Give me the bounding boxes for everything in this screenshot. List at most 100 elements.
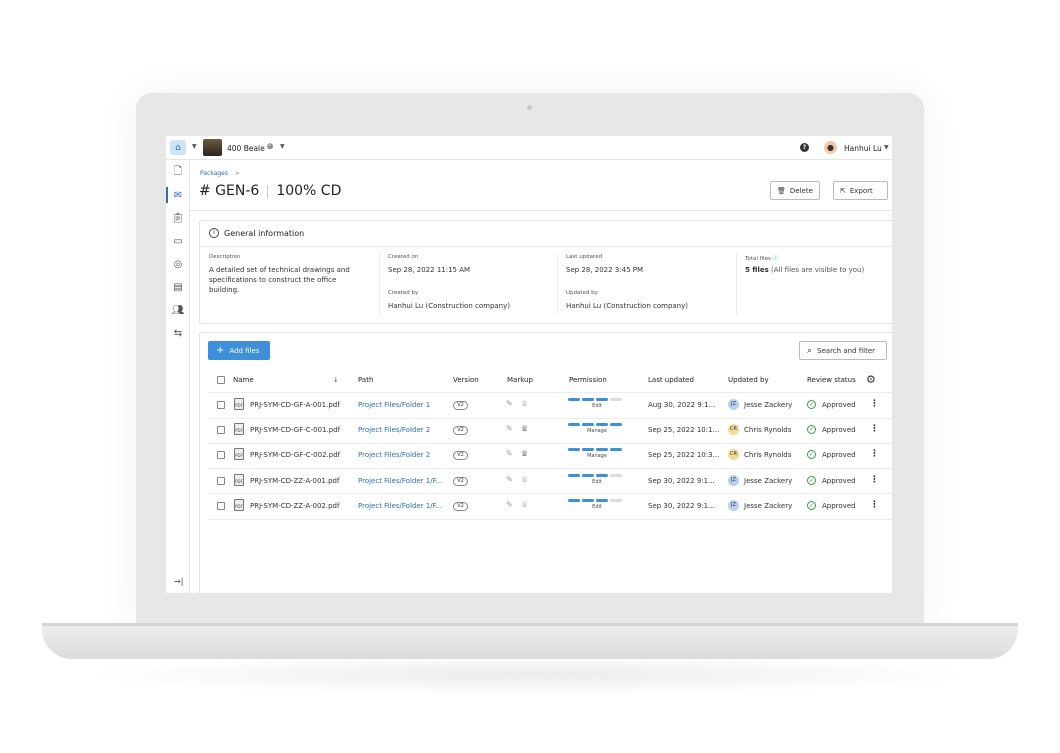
sort-down-icon[interactable]: ↓ xyxy=(333,376,339,384)
version-badge: V2 xyxy=(453,451,468,461)
markup-crown-icon[interactable]: ♕ xyxy=(521,424,528,433)
project-name[interactable]: 400 Beale xyxy=(227,144,265,153)
row-checkbox[interactable] xyxy=(217,501,225,510)
permission-indicator[interactable]: Edit xyxy=(568,473,626,488)
chevron-down-icon[interactable]: ▼ xyxy=(192,143,197,150)
device-mockup: ⌂ ▼ 400 Beale 🌐︎ ▼ ? ● Hanhui Lu ▼ 🗋︎ ✉︎… xyxy=(0,0,1060,753)
more-options-icon[interactable]: ⋮ xyxy=(870,475,879,485)
more-options-icon[interactable]: ⋮ xyxy=(870,449,879,459)
more-options-icon[interactable]: ⋮ xyxy=(870,399,879,409)
plus-icon: + xyxy=(216,345,225,356)
row-checkbox[interactable] xyxy=(217,451,225,460)
search-filter-button[interactable]: ⌕ Search and filter xyxy=(799,341,887,360)
markup-pen-icon[interactable]: ✎ xyxy=(506,475,513,484)
file-name[interactable]: PRJ-SYM-CD-GF-C-002.pdf xyxy=(250,451,340,459)
pdf-file-icon: PDF xyxy=(234,473,244,486)
delete-label: Delete xyxy=(789,186,813,195)
avatar[interactable]: ● xyxy=(824,141,837,154)
breadcrumb-packages[interactable]: Packages xyxy=(200,170,228,177)
document-list-icon[interactable]: ▤ xyxy=(172,281,184,293)
page-title: # GEN-6 100% CD xyxy=(199,183,341,199)
permission-label: Manage xyxy=(587,428,607,435)
permission-bars xyxy=(568,448,626,452)
add-files-button[interactable]: + Add files xyxy=(208,341,270,360)
members-icon[interactable]: 👥︎ xyxy=(172,304,185,316)
permission-indicator[interactable]: Edit xyxy=(568,398,626,412)
globe-icon[interactable]: 🌐︎ xyxy=(267,142,273,152)
permission-bar xyxy=(610,423,622,427)
project-thumbnail xyxy=(203,139,222,156)
select-all-checkbox[interactable] xyxy=(217,376,225,384)
markup-pen-icon[interactable]: ✎ xyxy=(506,449,513,458)
transfer-icon[interactable]: ⇆ xyxy=(172,327,184,339)
markup-crown-icon[interactable]: ♕ xyxy=(521,500,528,509)
permission-bars xyxy=(568,498,626,502)
check-circle-icon[interactable]: ◎ xyxy=(172,258,184,270)
user-name[interactable]: Hanhui Lu xyxy=(844,144,882,153)
more-options-icon[interactable]: ⋮ xyxy=(870,424,879,434)
column-divider xyxy=(736,253,737,315)
column-header-updated-by[interactable]: Updated by xyxy=(728,376,769,384)
chevron-down-icon[interactable]: ▼ xyxy=(884,144,889,151)
column-header-permission[interactable]: Permission xyxy=(569,376,607,384)
file-name[interactable]: PRJ-SYM-CD-GF-C-001.pdf xyxy=(250,426,340,434)
row-checkbox[interactable] xyxy=(217,476,225,485)
description-line-2: specifications to construct the office xyxy=(209,276,337,284)
column-header-version[interactable]: Version xyxy=(453,376,479,384)
permission-bar xyxy=(596,398,608,401)
column-header-review-status[interactable]: Review status xyxy=(807,376,856,384)
permission-bar xyxy=(596,498,608,502)
info-icon[interactable]: ⓘ xyxy=(773,256,779,262)
markup-crown-icon[interactable]: ♕ xyxy=(521,449,528,458)
permission-indicator[interactable]: Manage xyxy=(568,448,626,462)
collapse-sidebar-icon[interactable]: →| xyxy=(174,577,183,586)
laptop-base-edge xyxy=(42,623,1018,626)
last-updated-cell: Sep 25, 2022 10:3... xyxy=(648,451,720,460)
permission-indicator[interactable]: Edit xyxy=(568,498,626,513)
markup-crown-icon[interactable]: ♕ xyxy=(521,475,528,484)
help-icon[interactable]: ? xyxy=(800,143,809,152)
column-header-path[interactable]: Path xyxy=(358,376,373,384)
archive-icon[interactable]: ▭ xyxy=(172,235,184,247)
column-header-last-updated[interactable]: Last updated xyxy=(648,376,694,384)
permission-indicator[interactable]: Manage xyxy=(568,423,626,437)
top-bar: ⌂ ▼ 400 Beale 🌐︎ ▼ ? ● Hanhui Lu ▼ xyxy=(166,136,892,160)
markup-pen-icon[interactable]: ✎ xyxy=(506,500,513,509)
file-path-link[interactable]: Project Files/Folder 1 xyxy=(358,401,430,409)
general-info-header: i General information xyxy=(209,228,304,238)
more-options-icon[interactable]: ⋮ xyxy=(870,500,879,510)
review-status-cell: Approved xyxy=(822,401,856,409)
row-checkbox[interactable] xyxy=(217,401,225,409)
total-files-label: Total files ⓘ xyxy=(745,254,778,262)
file-path-link[interactable]: Project Files/Folder 1/F... xyxy=(358,477,442,485)
permission-bar xyxy=(610,398,622,401)
file-name[interactable]: PRJ-SYM-CD-ZZ-A-002.pdf xyxy=(250,502,339,510)
files-icon[interactable]: 🗋︎ xyxy=(172,166,184,178)
permission-bars xyxy=(568,423,626,427)
gear-icon[interactable]: ⚙︎ xyxy=(866,373,876,386)
file-path-link[interactable]: Project Files/Folder 1/F... xyxy=(358,502,442,510)
chevron-down-icon[interactable]: ▼ xyxy=(280,143,285,150)
delete-button[interactable]: 🗑︎ Delete xyxy=(770,181,820,200)
column-header-name[interactable]: Name xyxy=(233,376,254,384)
markup-crown-icon[interactable]: ♕ xyxy=(521,399,528,408)
file-path-link[interactable]: Project Files/Folder 2 xyxy=(358,426,430,434)
file-path-link[interactable]: Project Files/Folder 2 xyxy=(358,451,430,459)
app-switcher-button[interactable]: ⌂ xyxy=(170,140,186,155)
title-divider xyxy=(267,184,269,198)
row-checkbox[interactable] xyxy=(217,426,225,435)
packages-icon[interactable]: ✉︎ xyxy=(172,189,184,201)
file-name[interactable]: PRJ-SYM-CD-GF-A-001.pdf xyxy=(250,401,340,409)
description-line-3: building. xyxy=(209,286,240,294)
markup-pen-icon[interactable]: ✎ xyxy=(506,424,513,433)
sidebar: 🗋︎ ✉︎ 📋︎ ▭ ◎ ▤ 👥︎ ⇆ →| xyxy=(166,160,190,593)
markup-pen-icon[interactable]: ✎ xyxy=(506,399,513,408)
permission-bar xyxy=(568,423,580,427)
permission-bar xyxy=(596,448,608,452)
clipboard-icon[interactable]: 📋︎ xyxy=(172,212,185,224)
header-divider xyxy=(208,392,892,393)
column-header-markup[interactable]: Markup xyxy=(507,376,533,384)
file-name[interactable]: PRJ-SYM-CD-ZZ-A-001.pdf xyxy=(250,477,339,485)
last-updated-cell: Sep 25, 2022 10:1... xyxy=(648,426,720,435)
export-button[interactable]: ⇱ Export xyxy=(833,181,888,200)
